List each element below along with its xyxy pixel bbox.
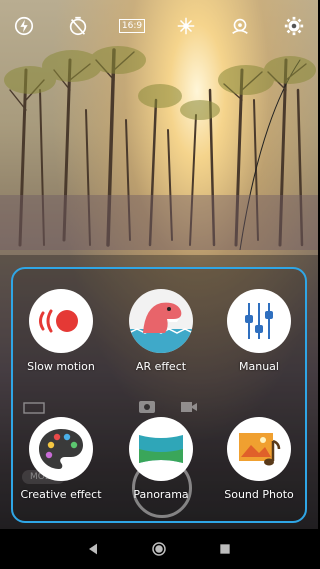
creative-effect-palette-icon bbox=[29, 417, 93, 481]
camera-screen: 16:9 MODE Slow motion AR effect Manual C… bbox=[0, 0, 318, 569]
mode-menu: Slow motion AR effect Manual Creative ef… bbox=[11, 267, 307, 523]
mode-label: AR effect bbox=[135, 360, 187, 373]
settings-icon[interactable] bbox=[280, 12, 308, 40]
mode-label: Creative effect bbox=[20, 488, 102, 501]
back-icon[interactable] bbox=[81, 537, 105, 561]
system-nav-bar bbox=[0, 529, 318, 569]
mode-creative-effect[interactable]: Creative effect bbox=[13, 417, 109, 501]
mode-sound-photo[interactable]: Sound Photo bbox=[211, 417, 307, 501]
flash-auto-icon[interactable] bbox=[10, 12, 38, 40]
manual-sliders-icon bbox=[227, 289, 291, 353]
exposure-icon[interactable] bbox=[172, 12, 200, 40]
mode-label: Manual bbox=[239, 360, 279, 373]
mode-label: Slow motion bbox=[27, 360, 95, 373]
ar-effect-dinosaur-icon bbox=[129, 289, 193, 353]
mode-manual[interactable]: Manual bbox=[211, 289, 307, 373]
sound-photo-icon bbox=[227, 417, 291, 481]
mode-ar-effect[interactable]: AR effect bbox=[113, 289, 209, 373]
aspect-ratio-icon[interactable]: 16:9 bbox=[118, 12, 146, 40]
aspect-ratio-label: 16:9 bbox=[118, 19, 146, 33]
mode-label: Sound Photo bbox=[224, 488, 294, 501]
mode-label: Panorama bbox=[133, 488, 189, 501]
slow-motion-icon bbox=[29, 289, 93, 353]
timer-off-icon[interactable] bbox=[64, 12, 92, 40]
home-icon[interactable] bbox=[147, 537, 171, 561]
mode-panorama[interactable]: Panorama bbox=[113, 417, 209, 501]
panorama-icon bbox=[129, 417, 193, 481]
mode-slow-motion[interactable]: Slow motion bbox=[13, 289, 109, 373]
camera-top-bar: 16:9 bbox=[0, 0, 318, 52]
recents-icon[interactable] bbox=[213, 537, 237, 561]
camera-switch-icon[interactable] bbox=[226, 12, 254, 40]
